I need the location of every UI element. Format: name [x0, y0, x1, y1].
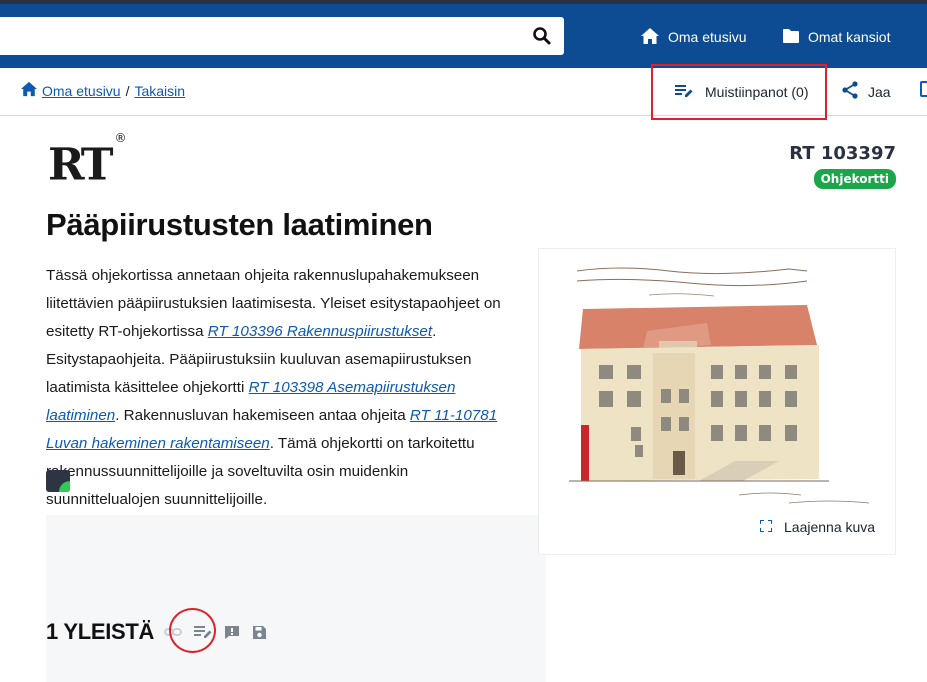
highlight-circle: [169, 608, 216, 653]
intro-part-3: . Rakennusluvan hakemiseen antaa ohjeita: [115, 407, 410, 424]
document-code: RT 103397: [789, 143, 896, 164]
nav-folders[interactable]: Omat kansiot: [782, 27, 890, 47]
rt-logo: RT®: [48, 131, 127, 187]
registered-mark: ®: [114, 131, 127, 145]
building-elevation-drawing: [539, 249, 895, 511]
home-icon[interactable]: [20, 81, 42, 100]
top-header: Oma etusivu Omat kansiot: [0, 0, 927, 68]
link-rt-103396[interactable]: RT 103396 Rakennuspiirustukset: [208, 323, 432, 340]
search-bar[interactable]: [0, 17, 564, 55]
share-icon: [842, 81, 868, 102]
more-actions-icon[interactable]: [920, 81, 927, 97]
feedback-icon[interactable]: [224, 625, 240, 639]
home-icon: [640, 27, 668, 48]
breadcrumb-separator: /: [125, 82, 130, 99]
header-edge: [0, 0, 927, 4]
background-panel: [46, 515, 546, 682]
expand-image-label: Laajenna kuva: [784, 519, 876, 535]
section-title: 1 YLEISTÄ: [46, 619, 155, 644]
breadcrumb-home-link[interactable]: Oma etusivu: [42, 83, 121, 99]
document-type-badge: Ohjekortti: [813, 169, 896, 189]
nav-home[interactable]: Oma etusivu: [640, 27, 747, 47]
breadcrumb-back-link[interactable]: Takaisin: [134, 83, 185, 99]
document-figure[interactable]: [538, 248, 896, 555]
note-edit-icon: [675, 84, 705, 101]
folder-icon: [782, 28, 808, 47]
save-icon[interactable]: [252, 625, 267, 640]
share-button[interactable]: Jaa: [842, 81, 891, 102]
notes-button-label: Muistiinpanot (0): [705, 84, 809, 100]
intro-text: Tässä ohjekortissa annetaan ohjeita rake…: [46, 262, 516, 514]
search-icon[interactable]: [532, 26, 552, 46]
notes-button[interactable]: Muistiinpanot (0): [651, 64, 827, 120]
nav-home-label: Oma etusivu: [668, 29, 747, 45]
rt-logo-text: RT: [48, 139, 114, 191]
section-header: 1 YLEISTÄ: [46, 619, 267, 645]
share-button-label: Jaa: [868, 83, 891, 100]
page-title: Pääpiirustusten laatiminen: [46, 207, 433, 242]
expand-icon: [759, 519, 784, 535]
breadcrumb: Oma etusivu / Takaisin: [20, 81, 185, 100]
floating-tool-icon[interactable]: [46, 470, 70, 492]
search-input[interactable]: [0, 17, 520, 55]
nav-folders-label: Omat kansiot: [808, 29, 891, 45]
expand-image-button[interactable]: Laajenna kuva: [759, 519, 876, 535]
